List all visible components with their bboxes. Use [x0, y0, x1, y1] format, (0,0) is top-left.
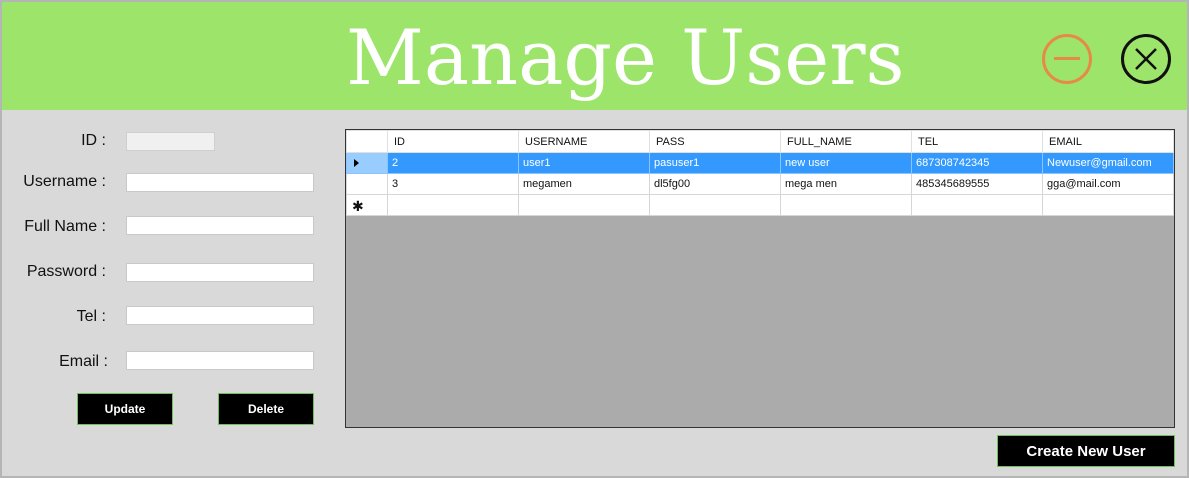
asterisk-icon: ✱: [352, 198, 364, 214]
password-field[interactable]: [126, 263, 314, 282]
row-header-cell[interactable]: ✱: [346, 194, 388, 216]
new-row[interactable]: ✱: [346, 194, 1174, 216]
table-cell[interactable]: [911, 194, 1043, 216]
table-cell[interactable]: new user: [780, 152, 912, 174]
table-cell[interactable]: [387, 194, 519, 216]
tel-label: Tel :: [76, 308, 106, 325]
table-row[interactable]: 2 user1 pasuser1 new user 687308742345 N…: [346, 152, 1174, 174]
update-button[interactable]: Update: [77, 393, 173, 425]
close-icon: [1135, 48, 1157, 70]
grid-corner-cell[interactable]: [346, 130, 388, 153]
password-label: Password :: [26, 263, 106, 280]
row-header-cell[interactable]: [346, 173, 388, 195]
title-bar: Manage Users: [2, 2, 1187, 110]
minimize-button[interactable]: [1042, 34, 1092, 84]
table-cell[interactable]: [649, 194, 781, 216]
close-button[interactable]: [1121, 34, 1171, 84]
triangle-right-icon: [354, 159, 359, 167]
table-row[interactable]: 3 megamen dl5fg00 mega men 485345689555 …: [346, 173, 1174, 195]
row-header-cell[interactable]: [346, 152, 388, 174]
fullname-field[interactable]: [126, 216, 314, 235]
table-cell[interactable]: user1: [518, 152, 650, 174]
grid-header-row: ID USERNAME PASS FULL_NAME TEL EMAIL: [346, 130, 1174, 153]
username-label: Username :: [23, 173, 106, 190]
table-cell[interactable]: Newuser@gmail.com: [1042, 152, 1174, 174]
column-header-email[interactable]: EMAIL: [1042, 130, 1174, 153]
table-cell[interactable]: pasuser1: [649, 152, 781, 174]
column-header-username[interactable]: USERNAME: [518, 130, 650, 153]
table-cell[interactable]: 2: [387, 152, 519, 174]
delete-button[interactable]: Delete: [218, 393, 314, 425]
table-cell[interactable]: [518, 194, 650, 216]
table-cell[interactable]: 485345689555: [911, 173, 1043, 195]
users-grid[interactable]: ID USERNAME PASS FULL_NAME TEL EMAIL 2 u…: [345, 129, 1175, 428]
table-cell[interactable]: megamen: [518, 173, 650, 195]
column-header-tel[interactable]: TEL: [911, 130, 1043, 153]
column-header-id[interactable]: ID: [387, 130, 519, 153]
tel-field[interactable]: [126, 306, 314, 325]
manage-users-window: Manage Users ID : Username : Full Name :…: [0, 0, 1189, 478]
table-cell[interactable]: gga@mail.com: [1042, 173, 1174, 195]
id-label: ID :: [81, 132, 106, 149]
fullname-label: Full Name :: [24, 218, 106, 235]
table-cell[interactable]: 3: [387, 173, 519, 195]
column-header-pass[interactable]: PASS: [649, 130, 781, 153]
table-cell[interactable]: dl5fg00: [649, 173, 781, 195]
create-new-user-button[interactable]: Create New User: [997, 435, 1175, 467]
minus-icon: [1054, 57, 1080, 60]
table-cell[interactable]: [780, 194, 912, 216]
table-cell[interactable]: 687308742345: [911, 152, 1043, 174]
table-cell[interactable]: mega men: [780, 173, 912, 195]
email-field[interactable]: [126, 351, 314, 370]
id-field[interactable]: [126, 132, 215, 151]
username-field[interactable]: [126, 173, 314, 192]
page-title: Manage Users: [346, 13, 905, 102]
column-header-full-name[interactable]: FULL_NAME: [780, 130, 912, 153]
table-cell[interactable]: [1042, 194, 1174, 216]
email-label: Email :: [59, 353, 108, 370]
users-table: ID USERNAME PASS FULL_NAME TEL EMAIL 2 u…: [346, 130, 1174, 216]
